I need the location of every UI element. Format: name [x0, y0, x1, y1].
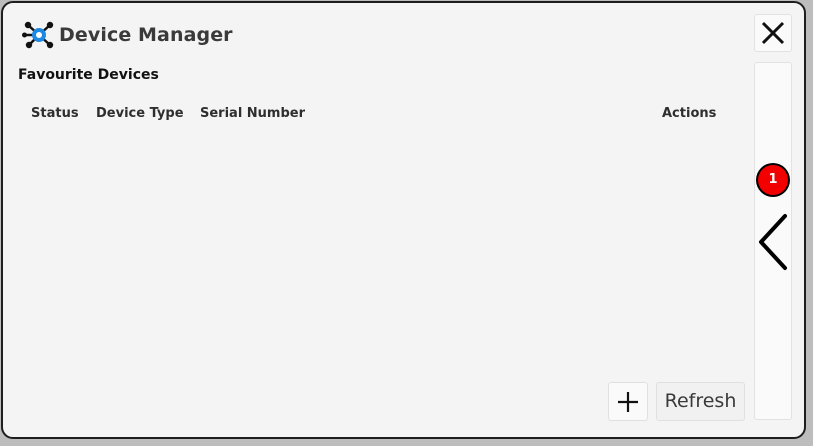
plus-icon	[618, 392, 638, 412]
notification-badge-count: 1	[758, 165, 788, 195]
device-network-icon	[22, 20, 56, 50]
close-button[interactable]	[754, 14, 792, 52]
add-device-button[interactable]	[608, 382, 648, 421]
table-header: Status Device Type Serial Number Actions	[3, 106, 743, 126]
section-title: Favourite Devices	[18, 67, 159, 83]
collapse-panel-button[interactable]	[756, 212, 790, 272]
notification-badge: 1	[756, 163, 790, 197]
refresh-button[interactable]: Refresh	[656, 382, 745, 421]
column-header-serial-number[interactable]: Serial Number	[200, 106, 305, 121]
device-manager-window: Device Manager Favourite Devices Status …	[1, 1, 806, 439]
column-header-device-type[interactable]: Device Type	[96, 106, 184, 121]
chevron-left-icon	[759, 214, 787, 270]
column-header-status[interactable]: Status	[31, 106, 79, 121]
device-list	[13, 129, 743, 374]
close-icon	[761, 21, 785, 45]
window-title: Device Manager	[59, 24, 233, 46]
column-header-actions: Actions	[662, 106, 717, 121]
